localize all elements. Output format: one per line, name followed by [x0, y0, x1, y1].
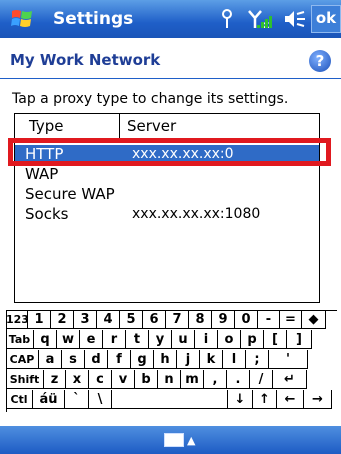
- key[interactable]: a: [39, 350, 62, 369]
- title-bar: Settings x ok: [0, 0, 341, 38]
- key[interactable]: Ctl: [6, 390, 33, 409]
- key[interactable]: p: [241, 330, 264, 349]
- key[interactable]: g: [131, 350, 154, 369]
- key[interactable]: ↓: [228, 390, 253, 409]
- key[interactable]: 2: [51, 310, 74, 329]
- key[interactable]: 3: [74, 310, 97, 329]
- key[interactable]: ↑: [253, 390, 277, 409]
- connectivity-icon[interactable]: [220, 8, 234, 30]
- row-type: Socks: [25, 205, 69, 223]
- key[interactable]: 7: [166, 310, 189, 329]
- key[interactable]: 123: [6, 310, 29, 329]
- instruction-text: Tap a proxy type to change its settings.: [12, 91, 289, 107]
- soft-keyboard: 123 1 2 3 4 5 6 7 8 9 0- = ◆ Tab q w e r t y u i o p[] CAP a s d f g h…: [0, 309, 341, 425]
- key[interactable]: [: [264, 330, 287, 349]
- key[interactable]: w: [57, 330, 80, 349]
- row-server: xxx.xx.xx.xx:1080: [132, 206, 261, 222]
- key[interactable]: m: [181, 370, 204, 389]
- window-title: Settings: [53, 9, 134, 29]
- key[interactable]: =: [280, 310, 302, 329]
- key[interactable]: CAP: [6, 350, 39, 369]
- key[interactable]: `: [65, 390, 89, 409]
- key[interactable]: Tab: [6, 330, 34, 349]
- signal-strength-icon[interactable]: x: [248, 8, 278, 30]
- key[interactable]: 6: [143, 310, 166, 329]
- key[interactable]: z: [44, 370, 66, 389]
- key[interactable]: 9: [212, 310, 235, 329]
- key[interactable]: ;: [246, 350, 269, 369]
- input-panel-keyboard-icon[interactable]: [164, 433, 184, 447]
- key[interactable]: n: [158, 370, 181, 389]
- bottom-bar: ▲: [0, 426, 341, 454]
- key[interactable]: 8: [189, 310, 212, 329]
- key[interactable]: ◆: [302, 310, 326, 329]
- row-type: WAP: [25, 165, 59, 183]
- column-header-type[interactable]: Type: [29, 117, 63, 135]
- key[interactable]: -: [258, 310, 280, 329]
- key[interactable]: x: [66, 370, 89, 389]
- key-space[interactable]: [112, 390, 228, 409]
- key[interactable]: h: [154, 350, 177, 369]
- key[interactable]: e: [80, 330, 103, 349]
- list-row-secure-wap[interactable]: Secure WAP: [15, 185, 319, 205]
- key[interactable]: v: [112, 370, 135, 389]
- key[interactable]: \: [89, 390, 112, 409]
- key[interactable]: ]: [287, 330, 312, 349]
- ok-button[interactable]: ok: [311, 5, 341, 33]
- key[interactable]: l: [223, 350, 246, 369]
- key[interactable]: ,: [204, 370, 227, 389]
- volume-icon[interactable]: [283, 8, 307, 30]
- key[interactable]: b: [135, 370, 158, 389]
- key[interactable]: 4: [97, 310, 120, 329]
- key[interactable]: s: [62, 350, 85, 369]
- key[interactable]: ←: [277, 390, 304, 409]
- key[interactable]: r: [103, 330, 126, 349]
- list-row-socks[interactable]: Socks xxx.xx.xx.xx:1080: [15, 205, 319, 225]
- key[interactable]: d: [85, 350, 108, 369]
- row-type: Secure WAP: [25, 185, 115, 203]
- windows-start-icon[interactable]: [10, 7, 36, 31]
- key[interactable]: áü: [33, 390, 65, 409]
- key[interactable]: →: [304, 390, 332, 409]
- page-header: My Work Network ?: [0, 38, 341, 79]
- key[interactable]: f: [108, 350, 131, 369]
- key[interactable]: 0: [235, 310, 258, 329]
- key[interactable]: Shift: [6, 370, 44, 389]
- list-row-wap[interactable]: WAP: [15, 165, 319, 185]
- help-icon[interactable]: ?: [309, 50, 331, 72]
- column-header-server[interactable]: Server: [127, 117, 176, 135]
- key[interactable]: q: [34, 330, 57, 349]
- key[interactable]: j: [177, 350, 200, 369]
- selection-highlight: [8, 138, 331, 166]
- key[interactable]: 1: [28, 310, 51, 329]
- key[interactable]: o: [218, 330, 241, 349]
- key[interactable]: y: [149, 330, 172, 349]
- key[interactable]: ': [269, 350, 308, 369]
- key[interactable]: c: [89, 370, 112, 389]
- page-title: My Work Network: [10, 51, 161, 69]
- key[interactable]: k: [200, 350, 223, 369]
- key[interactable]: 5: [120, 310, 143, 329]
- key[interactable]: t: [126, 330, 149, 349]
- column-divider: [119, 114, 120, 138]
- key[interactable]: .: [227, 370, 250, 389]
- key[interactable]: ↵: [273, 370, 307, 389]
- key[interactable]: /: [250, 370, 273, 389]
- key[interactable]: u: [172, 330, 195, 349]
- key[interactable]: i: [195, 330, 218, 349]
- list-header: Type Server: [15, 114, 319, 139]
- input-panel-arrow-icon[interactable]: ▲: [187, 434, 195, 447]
